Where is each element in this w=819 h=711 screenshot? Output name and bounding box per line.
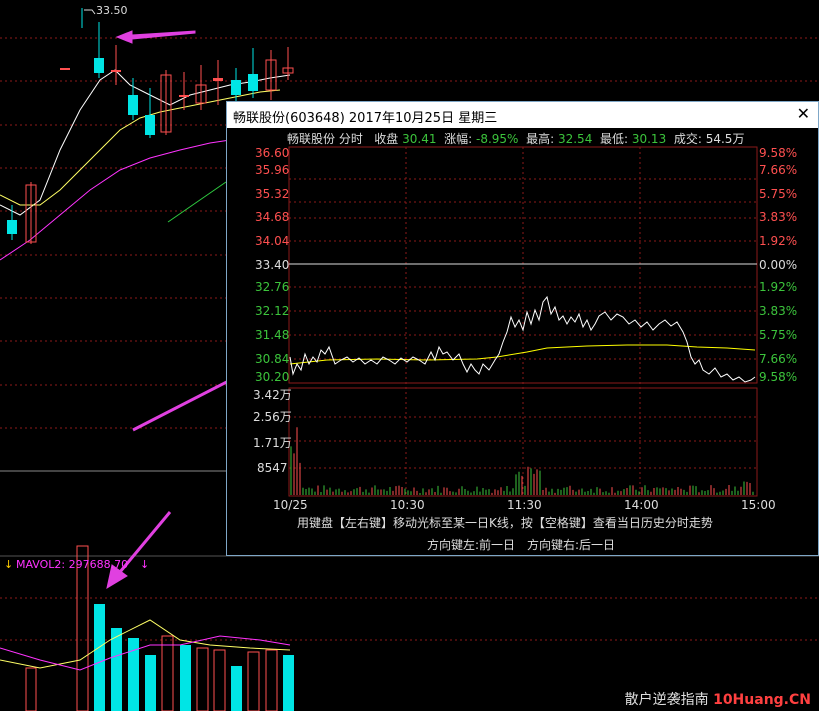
high-price-label: 33.50 (96, 4, 128, 17)
candle (128, 95, 138, 115)
volume-tick: 8547 (257, 461, 288, 475)
pct-tick: 5.75% (759, 187, 798, 201)
watermark-text: 散户逆袭指南 (624, 692, 709, 708)
pct-tick: 3.83% (759, 304, 798, 318)
pct-tick: 9.58% (759, 146, 798, 160)
price-tick: 36.60 (255, 146, 290, 160)
price-tick: 35.96 (255, 163, 290, 177)
volume-bar (94, 604, 105, 711)
volume-bar (25, 667, 37, 711)
next-day-hint: 方向键右:后一日 (527, 538, 616, 552)
price-tick: 32.76 (255, 280, 290, 294)
candle (145, 115, 155, 135)
pct-tick: 0.00% (759, 258, 798, 272)
candle (213, 78, 223, 81)
arrow-down-icon: ↓ (140, 558, 150, 571)
volume-bar (111, 628, 122, 711)
candle (179, 95, 189, 97)
pct-tick: 5.75% (759, 328, 798, 342)
volume-bar (213, 649, 226, 711)
arrow-high (115, 30, 196, 44)
time-tick: 14:00 (624, 498, 659, 512)
volume-bar (180, 645, 191, 711)
price-tick: 33.40 (255, 258, 290, 272)
price-tick: 35.32 (255, 187, 290, 201)
volume-tick: 2.56万 (253, 410, 292, 424)
volume-bar (161, 635, 174, 711)
candle (111, 70, 121, 72)
price-tick: 30.20 (255, 370, 290, 384)
keyboard-hint: 用键盘【左右键】移动光标至某一日K线，按【空格键】查看当日历史分时走势 (297, 516, 713, 530)
volume-bar (265, 649, 278, 711)
prev-day-hint: 方向键左:前一日 (427, 538, 516, 552)
watermark: 散户逆袭指南 10Huang.CN (625, 689, 811, 709)
price-line (289, 295, 756, 383)
volume-bar (283, 655, 294, 711)
price-tick: 31.48 (255, 328, 290, 342)
pct-tick: 1.92% (759, 280, 798, 294)
price-tick: 30.84 (255, 352, 290, 366)
pct-tick: 7.66% (759, 352, 798, 366)
mavol-label: MAVOL2: 297688.70 (16, 558, 129, 571)
volume-bar (247, 651, 260, 711)
pct-tick: 7.66% (759, 163, 798, 177)
volume-tick: 3.42万 (253, 388, 292, 402)
volume-tick: 1.71万 (253, 436, 292, 450)
candle (248, 74, 258, 91)
candle (231, 80, 241, 95)
time-tick: 15:00 (741, 498, 776, 512)
volume-bar (196, 647, 209, 711)
candle (60, 68, 70, 70)
watermark-brand: 10Huang.CN (713, 692, 811, 708)
price-grid (289, 147, 757, 496)
intraday-chart[interactable] (227, 102, 819, 557)
price-tick: 32.12 (255, 304, 290, 318)
trend-line (167, 181, 227, 223)
intraday-popup[interactable]: 畅联股份(603648) 2017年10月25日 星期三 ✕ 畅联股份 分时 收… (226, 101, 819, 556)
price-tick: 34.04 (255, 234, 290, 248)
volume-bar (231, 666, 242, 711)
price-tick: 34.68 (255, 210, 290, 224)
candle (7, 220, 17, 234)
high-marker (84, 9, 96, 15)
arrow-down-icon: ↓ (4, 558, 14, 571)
candle (94, 58, 104, 73)
time-tick: 10/25 (273, 498, 308, 512)
time-tick: 11:30 (507, 498, 542, 512)
pct-tick: 1.92% (759, 234, 798, 248)
time-tick: 10:30 (390, 498, 425, 512)
pct-tick: 9.58% (759, 370, 798, 384)
pct-tick: 3.83% (759, 210, 798, 224)
volume-bar (145, 655, 156, 711)
intraday-volume-bars (290, 427, 754, 495)
